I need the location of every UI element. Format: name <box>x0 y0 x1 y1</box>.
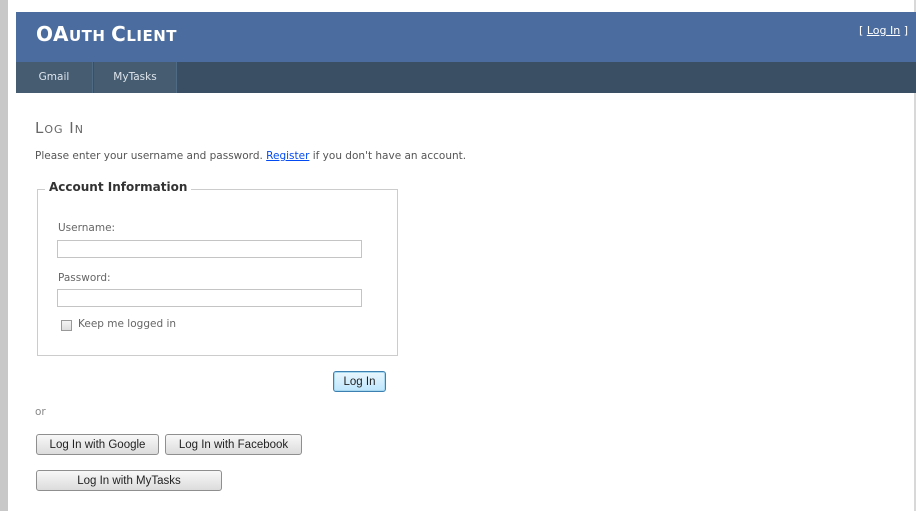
login-google-button[interactable]: Log In with Google <box>36 434 159 455</box>
window-left-border <box>0 0 8 511</box>
title-part: OA <box>36 22 69 46</box>
title-part: LIENT <box>126 27 178 45</box>
title-part: UTH <box>68 27 112 45</box>
username-label: Username: <box>58 222 116 234</box>
password-input[interactable] <box>57 289 362 307</box>
header-login-link[interactable]: Log In <box>867 24 900 37</box>
page-title: Log In <box>35 119 84 137</box>
or-separator: or <box>35 406 46 418</box>
app-title: OAUTH CLIENT <box>36 22 177 46</box>
main-menu: Gmail MyTasks <box>16 62 916 93</box>
keep-logged-in-checkbox[interactable] <box>61 320 72 331</box>
bracket-open: [ <box>859 24 867 37</box>
fieldset-legend: Account Information <box>45 180 192 194</box>
menu-item-mytasks[interactable]: MyTasks <box>94 62 177 93</box>
intro-text: Please enter your username and password.… <box>35 150 466 162</box>
site-header: OAUTH CLIENT [ Log In ] <box>16 12 916 62</box>
title-part: C <box>111 22 127 46</box>
menu-item-gmail[interactable]: Gmail <box>16 62 93 93</box>
intro-text-after: if you don't have an account. <box>309 150 467 162</box>
register-link[interactable]: Register <box>266 150 309 162</box>
intro-text-before: Please enter your username and password. <box>35 150 267 162</box>
password-label: Password: <box>58 272 111 284</box>
login-mytasks-button[interactable]: Log In with MyTasks <box>36 470 222 491</box>
login-button[interactable]: Log In <box>333 371 386 392</box>
bracket-close: ] <box>900 24 908 37</box>
username-input[interactable] <box>57 240 362 258</box>
keep-logged-in-label: Keep me logged in <box>78 318 177 330</box>
login-status: [ Log In ] <box>859 24 908 37</box>
login-facebook-button[interactable]: Log In with Facebook <box>165 434 302 455</box>
